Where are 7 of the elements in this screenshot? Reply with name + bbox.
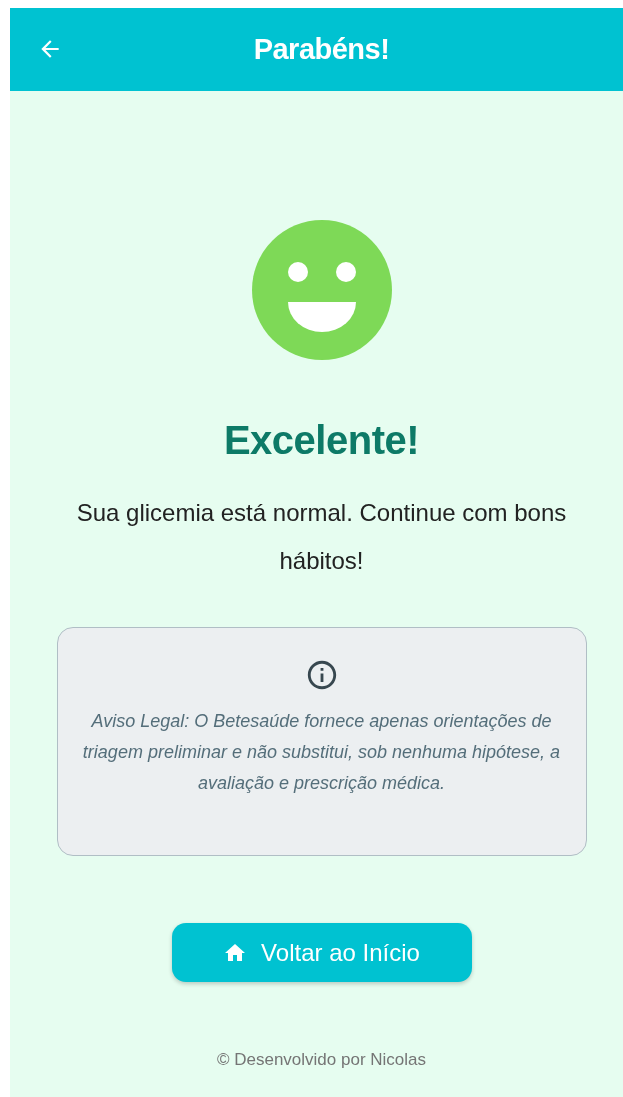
smiley-face-icon xyxy=(251,220,392,360)
disclaimer-text: Aviso Legal: O Betesaúde fornece apenas orientações de triagem preliminar e não substitui, sob nenhuma hipótese, a avaliação e prescrição médica. xyxy=(81,710,562,795)
app-bar-title: Parabéns! xyxy=(253,33,390,66)
result-heading: Excelente! xyxy=(223,417,420,464)
footer-credit: © Desenvolvido por Nicolas xyxy=(216,1050,427,1070)
result-message: Sua glicemia está normal. Continue com bons hábitos! xyxy=(75,498,568,576)
home-button[interactable]: Voltar ao Início xyxy=(171,923,472,982)
